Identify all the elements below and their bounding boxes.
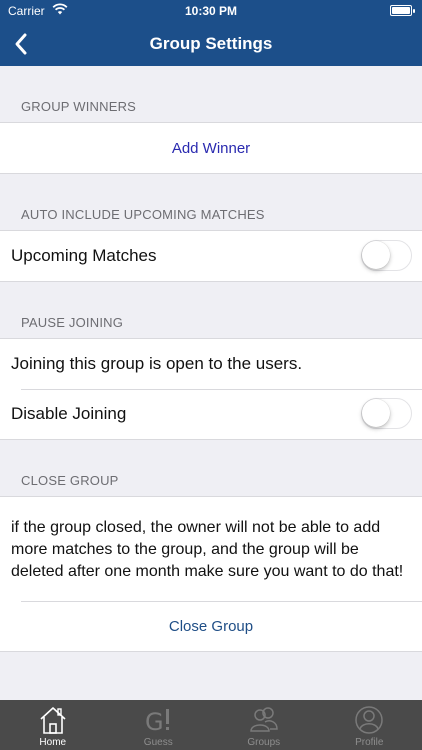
- tab-home[interactable]: Home: [0, 700, 106, 750]
- group-winners-section: Add Winner: [0, 122, 422, 174]
- section-header-pause-joining: PAUSE JOINING: [21, 315, 124, 330]
- settings-content: GROUP WINNERS Add Winner AUTO INCLUDE UP…: [0, 66, 422, 652]
- joining-status-text: Joining this group is open to the users.: [11, 354, 303, 373]
- section-header-auto-include: AUTO INCLUDE UPCOMING MATCHES: [21, 207, 265, 222]
- tab-groups[interactable]: Groups: [211, 700, 317, 750]
- navigation-bar: Group Settings: [0, 22, 422, 66]
- groups-icon: [249, 707, 278, 732]
- close-group-section: if the group closed, the owner will not …: [0, 496, 422, 652]
- disable-joining-label: Disable Joining: [11, 404, 127, 423]
- tab-guess[interactable]: G Guess: [106, 700, 212, 750]
- tab-bar: Home G Guess Groups Profile: [0, 700, 422, 750]
- section-header-group-winners: GROUP WINNERS: [21, 99, 137, 114]
- pause-joining-section: Joining this group is open to the users.…: [0, 338, 422, 440]
- profile-icon: [355, 706, 383, 734]
- tab-home-label: Home: [39, 737, 67, 748]
- add-winner-button[interactable]: Add Winner: [0, 123, 422, 173]
- add-winner-label: Add Winner: [171, 139, 251, 157]
- close-group-warning: if the group closed, the owner will not …: [11, 519, 404, 580]
- svg-text:G: G: [145, 708, 164, 735]
- upcoming-matches-toggle[interactable]: [361, 240, 412, 271]
- home-icon: [40, 707, 66, 734]
- upcoming-matches-row: Upcoming Matches: [0, 231, 422, 281]
- tab-profile-label: Profile: [355, 737, 384, 748]
- close-group-label: Close Group: [168, 617, 254, 635]
- status-bar: Carrier 10:30 PM: [0, 0, 422, 22]
- disable-joining-row: Disable Joining: [0, 389, 422, 439]
- status-time: 10:30 PM: [184, 4, 238, 18]
- top-bar: Carrier 10:30 PM Group Settings: [0, 0, 422, 66]
- battery-icon: [390, 5, 415, 16]
- joining-status-row: Joining this group is open to the users.: [0, 339, 422, 389]
- tab-groups-label: Groups: [247, 737, 281, 748]
- tab-profile[interactable]: Profile: [317, 700, 422, 750]
- tab-guess-label: Guess: [143, 737, 173, 748]
- guess-icon: G: [145, 708, 170, 735]
- auto-include-section: Upcoming Matches: [0, 230, 422, 282]
- upcoming-matches-label: Upcoming Matches: [11, 246, 157, 265]
- close-group-button[interactable]: Close Group: [0, 601, 422, 651]
- page-title: Group Settings: [149, 34, 273, 53]
- disable-joining-toggle[interactable]: [361, 398, 412, 429]
- section-header-close-group: CLOSE GROUP: [21, 473, 119, 488]
